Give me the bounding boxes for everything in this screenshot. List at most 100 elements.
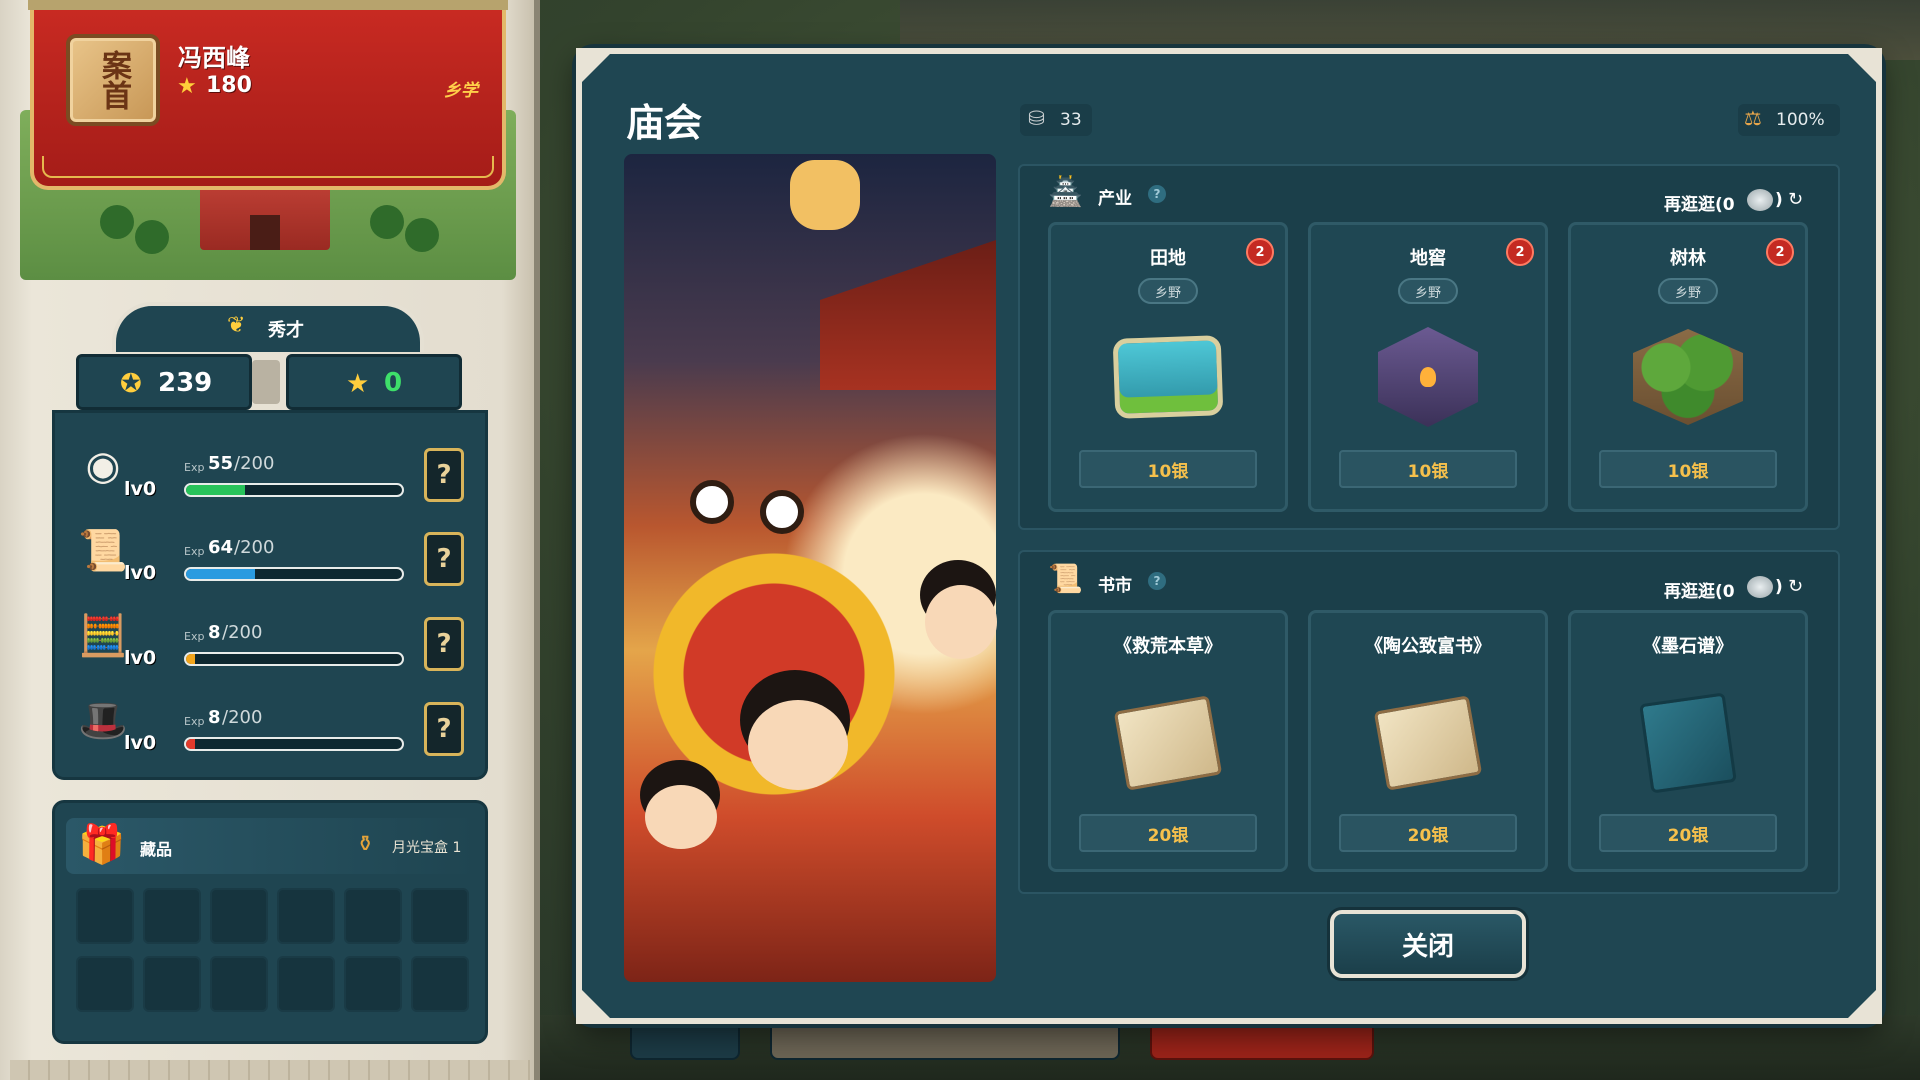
card-name: 《陶公致富书》 — [1365, 636, 1491, 657]
industry-help-icon[interactable]: ? — [1148, 185, 1166, 203]
skill-exp-max: /200 — [222, 622, 263, 643]
skill-progress-bar — [184, 737, 404, 751]
skill-level: lv0 — [124, 647, 157, 669]
skill-help-button[interactable]: ? — [424, 702, 464, 756]
collection-slot[interactable] — [411, 888, 469, 944]
skill-exp-value: 8 — [208, 707, 221, 728]
dialog-title: 庙会 — [626, 100, 703, 145]
collection-slot[interactable] — [411, 956, 469, 1012]
moonlight-box-icon: ⚱ — [356, 832, 375, 857]
collection-slot[interactable] — [210, 888, 268, 944]
panel-top-trim — [28, 0, 508, 10]
refresh-icon[interactable]: ↻ — [1788, 576, 1803, 597]
industry-title: 产业 — [1098, 189, 1132, 209]
child-face-illustration — [748, 700, 848, 790]
collection-slot[interactable] — [344, 956, 402, 1012]
card-price-button[interactable]: 20银 — [1079, 814, 1257, 852]
rate-value: 100% — [1776, 110, 1825, 130]
book-icon — [1628, 688, 1748, 798]
treasure-chest-icon: 🎁 — [78, 822, 126, 866]
skill-progress-fill — [186, 654, 195, 664]
skill-level: lv0 — [124, 478, 157, 500]
scroll-book-icon — [1108, 688, 1228, 798]
forest-icon — [1628, 322, 1748, 432]
skill-exp-value: 55 — [208, 453, 234, 474]
skill-exp-max: /200 — [234, 453, 275, 474]
book-refresh-label[interactable]: 再逛逛(0 — [1664, 577, 1735, 602]
industry-refresh-end[interactable]: ) — [1775, 190, 1783, 210]
card-price-button[interactable]: 10银 — [1079, 450, 1257, 488]
skill-exp-value: 64 — [208, 537, 234, 558]
count-badge: 2 — [1246, 238, 1274, 266]
stat-left-value: 239 — [158, 368, 213, 398]
count-badge: 2 — [1766, 238, 1794, 266]
skill-help-button[interactable]: ? — [424, 448, 464, 502]
card-name: 《救荒本草》 — [1114, 636, 1222, 657]
skill-progress-bar — [184, 483, 404, 497]
silver-coin-icon — [1747, 576, 1773, 598]
skill-level: lv0 — [124, 732, 157, 754]
card-price-button[interactable]: 20银 — [1339, 814, 1517, 852]
skill-exp-value: 8 — [208, 622, 221, 643]
background-button — [770, 1020, 1120, 1060]
stat-right-value: 0 — [384, 368, 403, 398]
tree-icon — [135, 220, 169, 254]
cellar-icon — [1368, 322, 1488, 432]
stat-box-right — [286, 354, 462, 410]
skill-progress-fill — [186, 485, 246, 495]
card-tag: 乡野 — [1658, 278, 1718, 304]
player-name: 冯西峰 — [178, 44, 250, 72]
card-tag: 乡野 — [1138, 278, 1198, 304]
industry-icon: 🏯 — [1048, 175, 1083, 208]
silver-count: 33 — [1060, 110, 1082, 130]
skill-progress-bar — [184, 567, 404, 581]
collection-slot[interactable] — [143, 888, 201, 944]
scale-icon: ⚖ — [1744, 106, 1762, 130]
tree-icon — [370, 205, 404, 239]
player-score: 180 — [206, 73, 252, 98]
scholar-icon: ❦ — [227, 313, 246, 338]
treasure-count: 月光宝盒 1 — [392, 840, 462, 856]
badge-star-icon: ✪ — [120, 369, 142, 399]
collection-slot[interactable] — [344, 888, 402, 944]
collection-slot[interactable] — [143, 956, 201, 1012]
book-market-title: 书市 — [1098, 576, 1132, 596]
skill-progress-fill — [186, 569, 256, 579]
dragon-eye-illustration — [760, 490, 804, 534]
star-icon: ★ — [346, 369, 370, 399]
book-refresh-end[interactable]: ) — [1775, 577, 1783, 597]
title-rank: 秀才 — [268, 320, 304, 341]
skill-level: lv0 — [124, 562, 157, 584]
card-price-button[interactable]: 10银 — [1599, 450, 1777, 488]
scroll-book-icon — [1368, 688, 1488, 798]
collection-slot[interactable] — [76, 888, 134, 944]
silver-ingot-icon: ⛁ — [1028, 106, 1045, 130]
card-price-button[interactable]: 10银 — [1339, 450, 1517, 488]
skill-exp-label: Exp — [184, 461, 205, 474]
card-price-button[interactable]: 20银 — [1599, 814, 1777, 852]
collection-slot[interactable] — [76, 956, 134, 1012]
close-button[interactable]: 关闭 — [1330, 910, 1526, 978]
temple-door — [250, 215, 280, 250]
skill-exp-max: /200 — [234, 537, 275, 558]
rank-plaque: 案首 — [66, 34, 160, 126]
book-market-help-icon[interactable]: ? — [1148, 572, 1166, 590]
count-badge: 2 — [1506, 238, 1534, 266]
refresh-icon[interactable]: ↻ — [1788, 189, 1803, 210]
silver-coin-icon — [1747, 189, 1773, 211]
card-tag: 乡野 — [1398, 278, 1458, 304]
collection-slot[interactable] — [277, 956, 335, 1012]
divider-ornament — [252, 360, 280, 404]
skill-progress-fill — [186, 739, 195, 749]
book-market-icon: 📜 — [1048, 562, 1083, 595]
industry-refresh-label[interactable]: 再逛逛(0 — [1664, 190, 1735, 215]
child-face-illustration — [925, 585, 997, 659]
collection-slot[interactable] — [210, 956, 268, 1012]
skill-exp-label: Exp — [184, 715, 205, 728]
collection-slot[interactable] — [277, 888, 335, 944]
dragon-eye-illustration — [690, 480, 734, 524]
skill-help-button[interactable]: ? — [424, 617, 464, 671]
skill-help-button[interactable]: ? — [424, 532, 464, 586]
skill-exp-label: Exp — [184, 630, 205, 643]
player-school: 乡学 — [444, 81, 478, 101]
